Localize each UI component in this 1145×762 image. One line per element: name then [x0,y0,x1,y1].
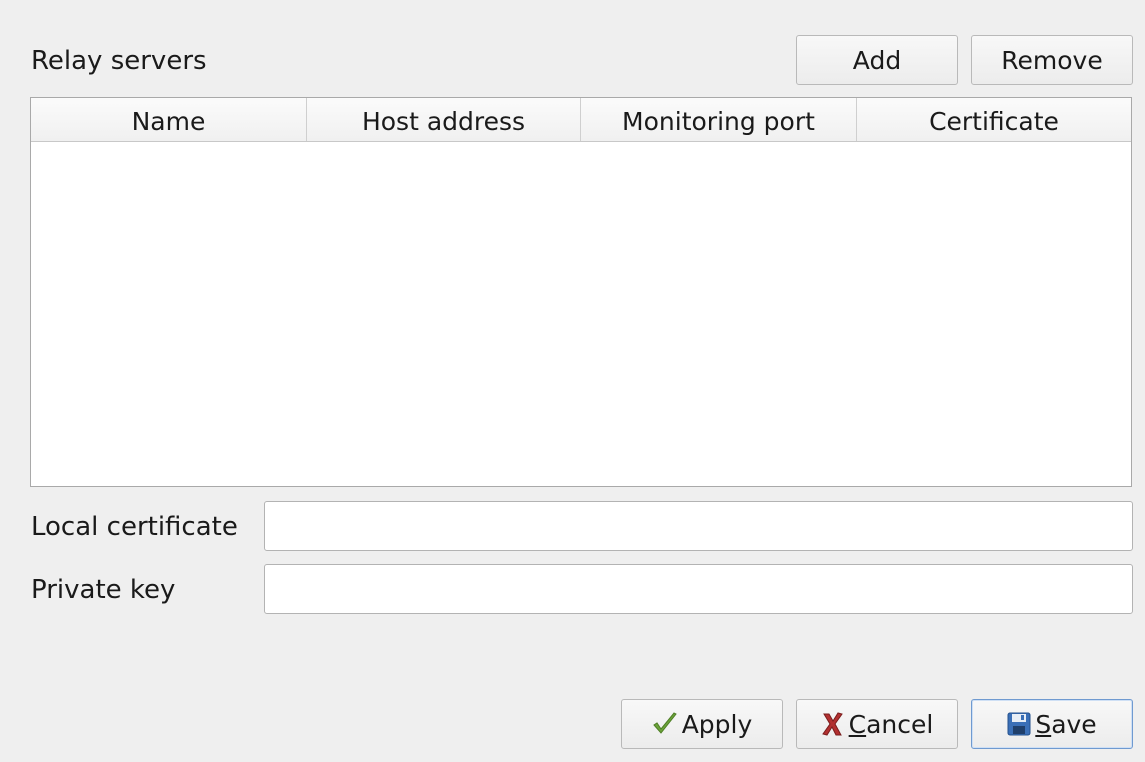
remove-button[interactable]: Remove [971,35,1133,85]
cancel-label-rest: ancel [866,709,934,739]
save-mnemonic: S [1035,709,1052,739]
cancel-mnemonic: C [848,709,867,739]
column-header-name[interactable]: Name [31,98,307,141]
local-certificate-label: Local certificate [31,512,238,542]
relay-servers-table[interactable]: Name Host address Monitoring port Certif… [30,97,1132,487]
cancel-button[interactable]: Cancel [796,699,958,749]
checkmark-icon [652,711,678,737]
floppy-disk-icon [1007,712,1031,736]
save-button-label: Save [1035,710,1096,739]
apply-button-label: Apply [681,709,753,739]
cancel-button-label: Cancel [849,710,934,739]
table-body[interactable] [31,142,1131,486]
red-x-icon [821,711,845,737]
relay-servers-label: Relay servers [31,46,207,76]
private-key-input[interactable] [264,564,1133,614]
save-button[interactable]: Save [971,699,1133,749]
local-certificate-input[interactable] [264,501,1133,551]
column-header-certificate[interactable]: Certificate [857,98,1131,141]
private-key-label: Private key [31,575,176,605]
relay-settings-dialog: Relay servers Add Remove Name Host addre… [0,0,1145,762]
save-label-rest: ave [1051,709,1097,739]
table-header: Name Host address Monitoring port Certif… [31,98,1131,142]
column-header-monitoring-port[interactable]: Monitoring port [581,98,857,141]
column-header-host-address[interactable]: Host address [307,98,581,141]
apply-button[interactable]: Apply [621,699,783,749]
add-button[interactable]: Add [796,35,958,85]
